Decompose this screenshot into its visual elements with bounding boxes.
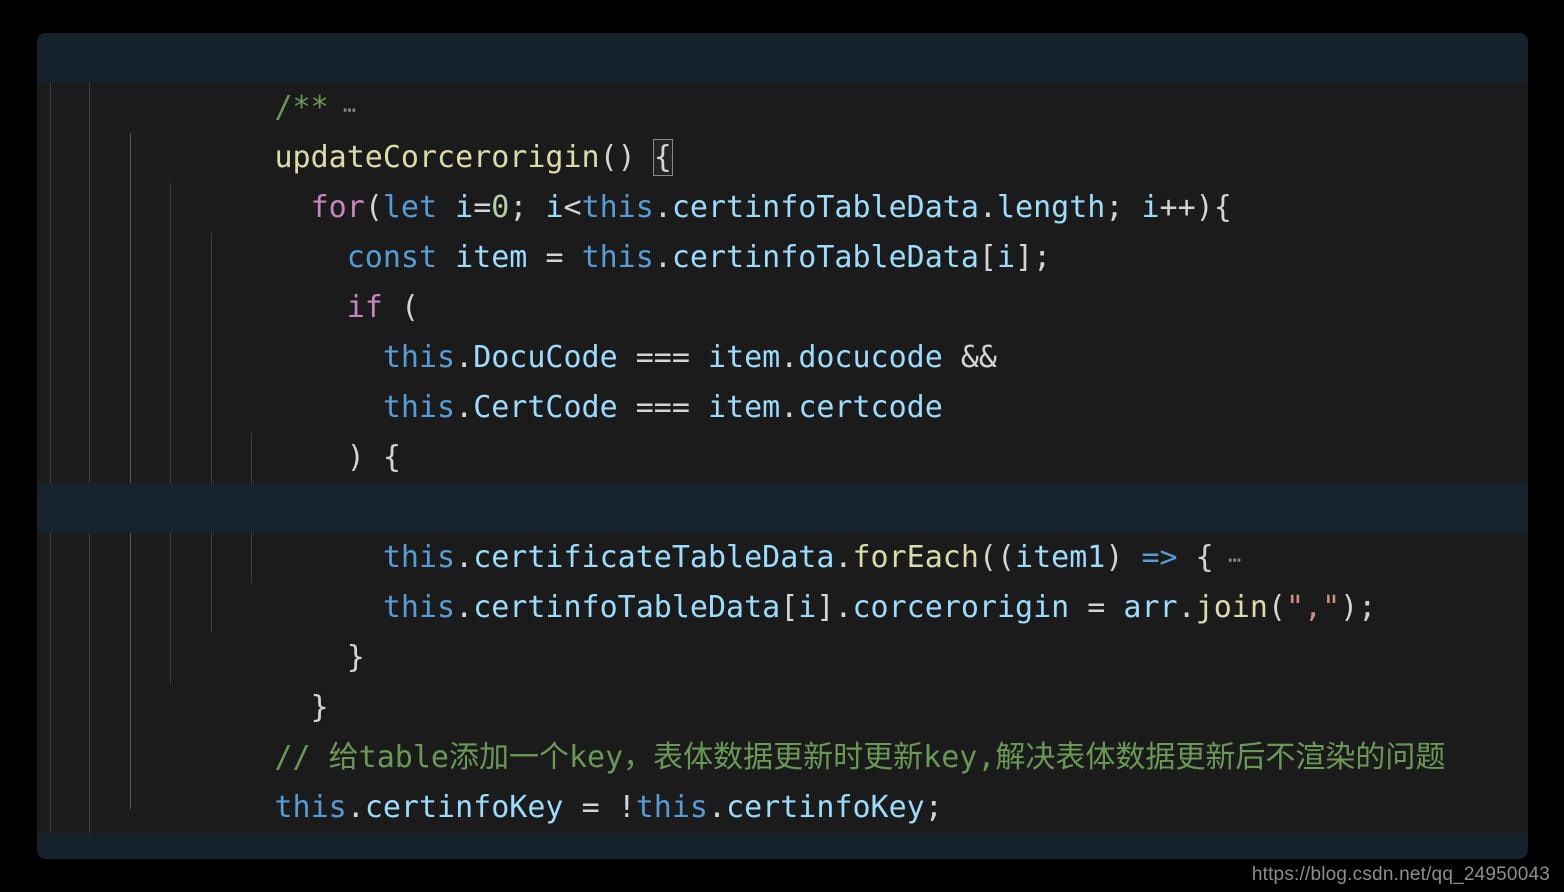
- code-line-9[interactable]: let arr = [];: [37, 433, 1528, 525]
- code-line-3[interactable]: for(let i=0; i<this.certinfoTableData.le…: [37, 133, 1528, 225]
- code-line-12[interactable]: }: [37, 583, 1528, 675]
- code-line-1[interactable]: /** ⋯: [37, 33, 1528, 125]
- code-line-7[interactable]: this.CertCode === item.certcode: [37, 333, 1528, 425]
- watermark-url: https://blog.csdn.net/qq_24950043: [1251, 864, 1550, 885]
- code-line-6[interactable]: this.DocuCode === item.docucode &&: [37, 283, 1528, 375]
- screenshot-root: /** ⋯ updateCorcerorigin() { for(let i=0…: [0, 0, 1564, 892]
- code-line-5[interactable]: if (: [37, 233, 1528, 325]
- code-line-11[interactable]: this.certinfoTableData[i].corcerorigin =…: [37, 533, 1528, 625]
- code-line-13[interactable]: }: [37, 633, 1528, 725]
- code-line-2[interactable]: updateCorcerorigin() {: [37, 83, 1528, 176]
- code-line-10[interactable]: this.certificateTableData.forEach((item1…: [37, 483, 1528, 575]
- code-line-17[interactable]: /** ⋯: [37, 833, 1528, 859]
- code-line-14[interactable]: // 给table添加一个key，表体数据更新时更新key,解决表体数据更新后不…: [37, 683, 1528, 775]
- code-line-4[interactable]: const item = this.certinfoTableData[i];: [37, 183, 1528, 275]
- code-line-15[interactable]: this.certinfoKey = !this.certinfoKey;: [37, 733, 1528, 825]
- code-line-16[interactable]: },: [37, 783, 1528, 859]
- code-editor-panel[interactable]: /** ⋯ updateCorcerorigin() { for(let i=0…: [37, 33, 1528, 859]
- code-area[interactable]: /** ⋯ updateCorcerorigin() { for(let i=0…: [37, 33, 1528, 859]
- code-line-8[interactable]: ) {: [37, 383, 1528, 475]
